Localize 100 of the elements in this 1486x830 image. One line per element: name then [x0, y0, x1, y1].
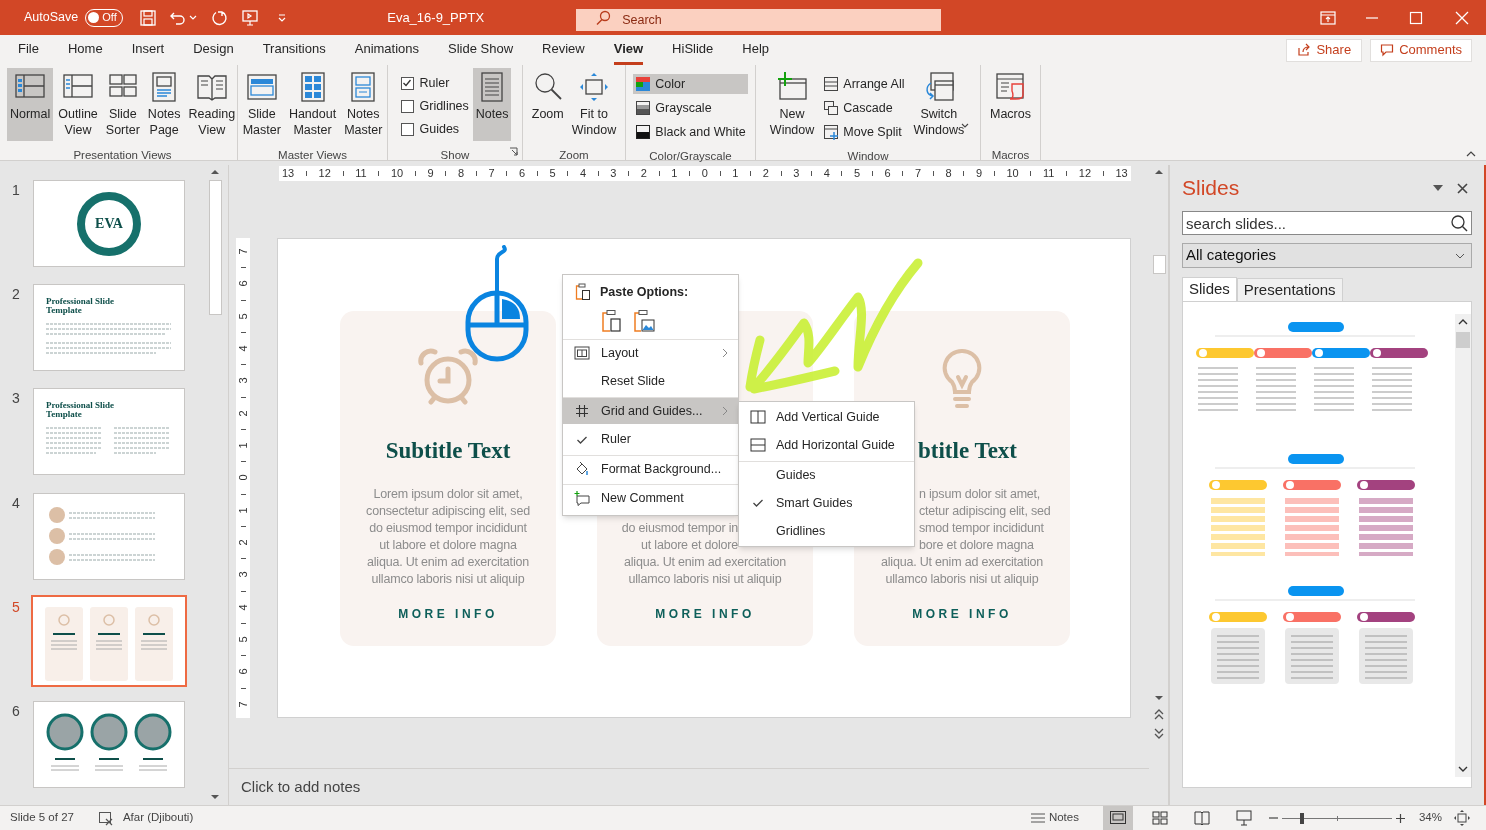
scrollbar[interactable] — [1455, 314, 1471, 777]
zoom-slider-thumb[interactable] — [1299, 812, 1304, 824]
menu-item[interactable]: New Comment — [563, 484, 738, 511]
ribbon-button[interactable]: Move Split — [821, 122, 907, 142]
menu-item[interactable]: Ruler — [563, 426, 738, 453]
ruler-number: 11 — [355, 166, 367, 182]
slide-master-icon — [245, 71, 278, 103]
notes-button[interactable]: Notes — [1027, 809, 1081, 827]
zoom-percentage[interactable]: 34% — [1418, 809, 1442, 827]
ribbon-button[interactable]: Reading View — [185, 68, 239, 141]
chevron-down-icon — [1455, 252, 1465, 259]
ribbon-button[interactable]: Fit to Window — [568, 68, 620, 141]
ribbon-button[interactable]: New Window — [766, 68, 818, 141]
menu-item[interactable]: Guides — [739, 461, 914, 489]
slide-thumbnail[interactable]: EVA — [33, 180, 185, 267]
category-dropdown[interactable]: All categories — [1182, 243, 1472, 268]
card-body-text: consectetur adipiscing elit, sed — [366, 504, 530, 518]
ribbon-tab[interactable]: Transitions — [262, 35, 326, 65]
pane-tab[interactable]: Slides — [1182, 277, 1237, 301]
ribbon-tab[interactable]: Home — [67, 35, 103, 65]
ribbon-button[interactable]: Notes Master — [341, 68, 386, 141]
ruler-number: 13 — [1115, 166, 1128, 182]
view-button[interactable] — [1102, 806, 1133, 830]
slide-thumbnail[interactable] — [31, 594, 187, 687]
check-icon — [751, 498, 764, 508]
ribbon-tab[interactable]: Animations — [354, 35, 420, 65]
search-field[interactable]: search slides... — [1182, 211, 1472, 235]
save-icon — [139, 8, 158, 27]
ribbon-button[interactable]: Grayscale — [633, 98, 748, 118]
contrast-swatch-icon — [635, 124, 652, 140]
more-info-link[interactable]: MORE INFO — [655, 605, 755, 623]
ribbon-tab[interactable]: HiSlide — [672, 35, 714, 65]
paste-keep-formatting-icon[interactable] — [601, 309, 623, 333]
ribbon-button[interactable]: Slide Master — [239, 68, 284, 141]
ribbon-tab[interactable]: Help — [742, 35, 770, 65]
paste-as-picture-icon[interactable] — [633, 309, 655, 333]
scrollbar-thumb[interactable] — [208, 180, 222, 315]
menu-item[interactable]: Smart Guides — [739, 489, 914, 517]
vertical-guide-icon — [749, 410, 766, 424]
ribbon-tab[interactable]: File — [18, 35, 39, 65]
slide-number: 2 — [11, 285, 21, 305]
card-body-text: Lorem ipsum dolor sit amet, — [373, 487, 523, 501]
ruler-number: 2 — [237, 539, 249, 546]
ribbon-button[interactable]: Switch Windows — [910, 68, 968, 141]
more-info-link[interactable]: MORE INFO — [398, 605, 498, 623]
ribbon-button[interactable]: Arrange All — [821, 74, 907, 94]
card-body-text: do eiusmod tempor incididunt — [369, 521, 527, 535]
ribbon-button[interactable]: Macros — [987, 68, 1034, 141]
customize-caret-icon — [277, 12, 288, 23]
menu-item[interactable]: Gridlines — [739, 517, 914, 545]
more-info-link[interactable]: MORE INFO — [912, 605, 1012, 623]
ribbon-button[interactable]: Zoom — [528, 68, 567, 141]
close-icon — [1454, 9, 1470, 26]
ribbon-button[interactable]: Black and White — [633, 122, 748, 142]
notes-field[interactable]: Click to add notes — [241, 775, 361, 799]
ribbon-button[interactable]: Handout Master — [285, 68, 340, 141]
group-label: Show — [440, 149, 470, 161]
ruler-number: 12 — [318, 166, 331, 182]
ruler-number: 1 — [671, 166, 678, 182]
ribbon-button[interactable]: Notes — [472, 68, 512, 141]
group-label: Zoom — [559, 149, 589, 161]
ruler-number: 3 — [237, 377, 249, 384]
menu-item[interactable]: Layout — [563, 339, 738, 366]
checkbox[interactable]: Guides — [400, 120, 469, 138]
ribbon-tab[interactable]: Insert — [131, 35, 165, 65]
ruler-number: 5 — [237, 636, 249, 643]
pane-tab[interactable]: Presentations — [1236, 278, 1343, 301]
ribbon-button[interactable]: Outline View — [55, 68, 101, 141]
ribbon-button[interactable]: Color — [633, 74, 748, 94]
comments-button[interactable]: Comments — [1370, 38, 1472, 62]
scrollbar-thumb[interactable] — [1456, 332, 1470, 348]
menu-item[interactable]: Reset Slide — [563, 368, 738, 395]
ribbon-tab[interactable]: Slide Show — [448, 35, 514, 65]
ribbon-button[interactable]: Slide Sorter — [102, 68, 143, 141]
language-indicator[interactable]: Afar (Djibouti) — [122, 809, 194, 827]
checkbox[interactable]: Ruler — [400, 74, 469, 92]
ribbon-button[interactable]: Notes Page — [144, 68, 184, 141]
scroll-down-icon — [1458, 765, 1468, 773]
dialog-launcher-icon — [509, 147, 518, 156]
menu-item[interactable]: Grid and Guides... — [563, 397, 738, 424]
scrollbar-thumb[interactable] — [1152, 255, 1166, 274]
ribbon-button[interactable]: Cascade — [821, 98, 907, 118]
ruler-number: 6 — [518, 166, 526, 182]
share-button[interactable]: Share — [1286, 38, 1363, 62]
ribbon-tab[interactable]: Review — [542, 35, 585, 65]
checkbox[interactable]: Gridlines — [400, 97, 469, 115]
slide-thumbnail[interactable]: Professional Slide Template — [33, 388, 185, 476]
card-body-text: ullamco laboris nisi ut aliquip — [628, 572, 782, 586]
menu-item[interactable]: Add Vertical Guide — [739, 403, 914, 431]
slide-thumbnail[interactable] — [33, 492, 185, 580]
ribbon-tab[interactable]: Design — [193, 35, 234, 65]
ribbon-button[interactable]: Normal — [6, 68, 54, 141]
search-icon — [595, 9, 612, 26]
menu-header: Paste Options: — [600, 283, 689, 301]
card-body-text: n ipsum dolor sit amet, — [919, 487, 1041, 501]
slide-thumbnail[interactable]: Professional Slide Template — [33, 284, 185, 372]
menu-item[interactable]: Add Horizontal Guide — [739, 431, 914, 459]
search-field[interactable]: Search — [576, 8, 942, 31]
fit-slide-icon — [1454, 810, 1470, 826]
zoom-slider[interactable] — [1281, 812, 1392, 824]
